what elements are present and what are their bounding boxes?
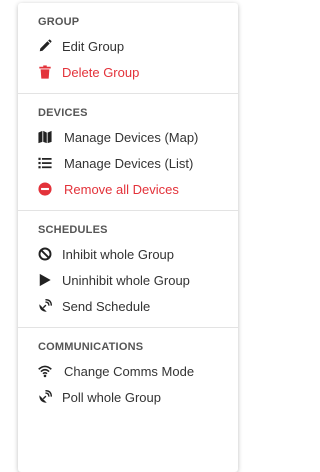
section-title-schedules: SCHEDULES [38, 224, 108, 236]
remove-all-devices-item[interactable]: Remove all Devices [18, 176, 238, 202]
uninhibit-group-label: Uninhibit whole Group [62, 272, 190, 288]
wifi-icon [38, 364, 52, 378]
group-context-menu: GROUP Edit Group Delete Group DEVICES Ma… [18, 3, 238, 472]
trash-icon [38, 65, 52, 79]
inhibit-group-label: Inhibit whole Group [62, 246, 175, 262]
remove-all-devices-label: Remove all Devices [64, 181, 179, 197]
ban-icon [38, 247, 52, 261]
section-title-group: GROUP [38, 16, 80, 28]
satellite-dish-icon [38, 390, 52, 404]
manage-devices-list-item[interactable]: Manage Devices (List) [18, 150, 238, 176]
play-icon [38, 273, 52, 287]
list-icon [38, 156, 52, 170]
section-devices: DEVICES Manage Devices (Map) Manage Devi… [18, 94, 238, 211]
edit-group-item[interactable]: Edit Group [18, 33, 238, 59]
section-title-communications: COMMUNICATIONS [38, 341, 144, 353]
delete-group-label: Delete Group [62, 64, 140, 80]
change-comms-mode-label: Change Comms Mode [64, 363, 195, 379]
section-title-devices: DEVICES [38, 107, 88, 119]
map-icon [38, 130, 52, 144]
delete-group-item[interactable]: Delete Group [18, 59, 238, 85]
change-comms-mode-item[interactable]: Change Comms Mode [18, 358, 238, 384]
minus-circle-icon [38, 182, 52, 196]
manage-devices-map-item[interactable]: Manage Devices (Map) [18, 124, 238, 150]
uninhibit-group-item[interactable]: Uninhibit whole Group [18, 267, 238, 293]
poll-group-label: Poll whole Group [62, 389, 161, 405]
manage-devices-list-label: Manage Devices (List) [64, 155, 194, 171]
poll-group-item[interactable]: Poll whole Group [18, 384, 238, 410]
send-schedule-label: Send Schedule [62, 298, 151, 314]
satellite-dish-icon [38, 299, 52, 313]
inhibit-group-item[interactable]: Inhibit whole Group [18, 241, 238, 267]
edit-group-label: Edit Group [62, 38, 125, 54]
section-group: GROUP Edit Group Delete Group [18, 3, 238, 94]
section-schedules: SCHEDULES Inhibit whole Group Uninhibit … [18, 211, 238, 328]
pencil-icon [38, 39, 52, 53]
manage-devices-map-label: Manage Devices (Map) [64, 129, 199, 145]
send-schedule-item[interactable]: Send Schedule [18, 293, 238, 319]
section-communications: COMMUNICATIONS Change Comms Mode Poll wh… [18, 328, 238, 418]
